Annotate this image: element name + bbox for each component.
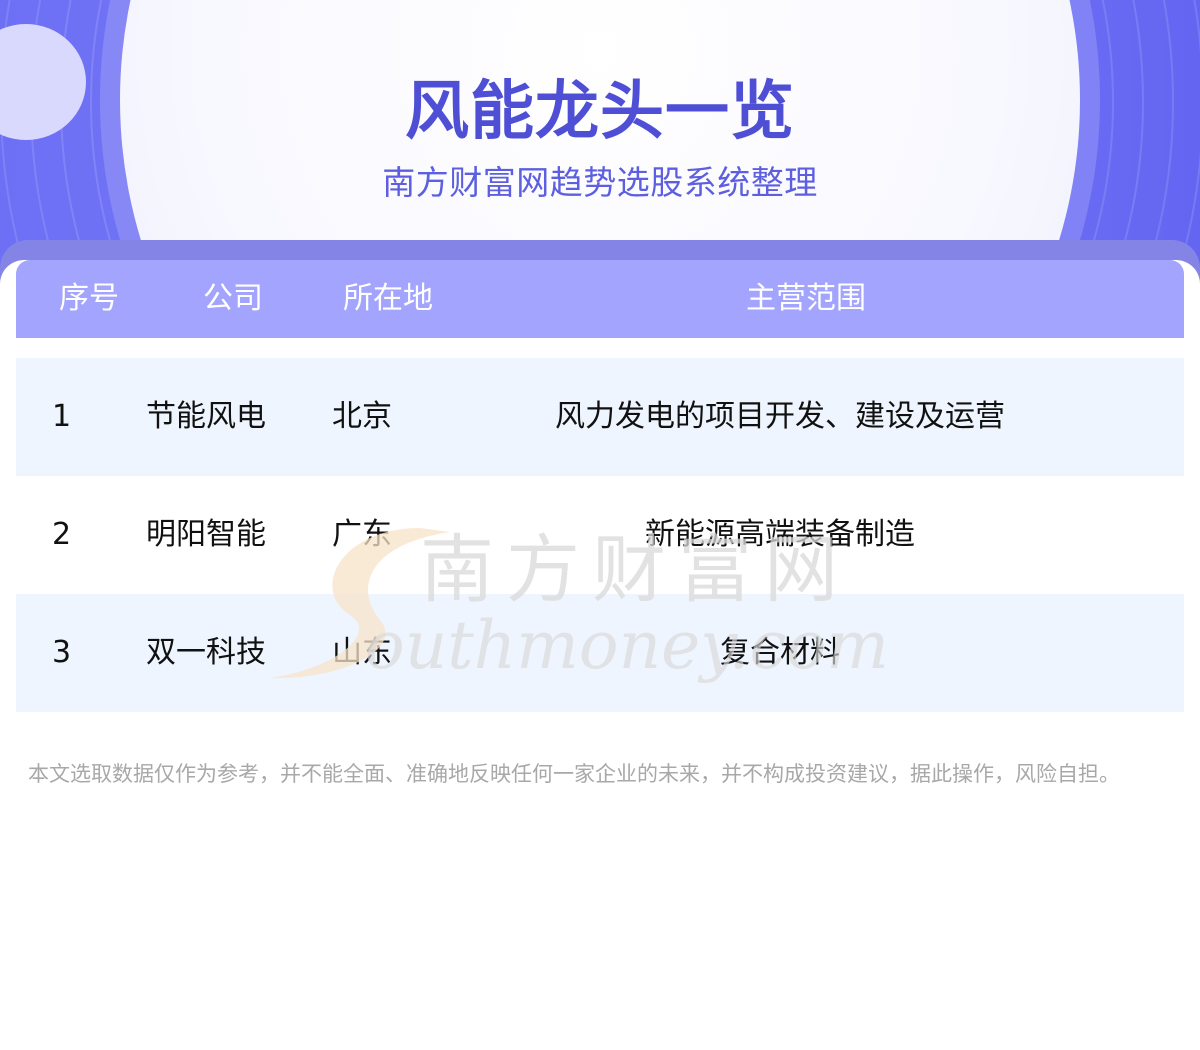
column-header-company: 公司 [203, 281, 263, 316]
cell-company: 明阳智能 [146, 517, 266, 552]
table-row: 2 明阳智能 广东 新能源高端装备制造 [16, 476, 1184, 594]
cell-location: 北京 [332, 399, 392, 434]
cell-business: 风力发电的项目开发、建设及运营 [555, 399, 1005, 434]
column-header-location: 所在地 [343, 281, 433, 316]
cell-index: 1 [52, 399, 72, 434]
cell-company: 节能风电 [146, 399, 266, 434]
disclaimer-text: 本文选取数据仅作为参考，并不能全面、准确地反映任何一家企业的未来，并不构成投资建… [28, 762, 1120, 786]
column-header-business: 主营范围 [746, 281, 866, 316]
table-header: 序号 公司 所在地 主营范围 [16, 260, 1184, 338]
page-title: 风能龙头一览 [405, 75, 795, 149]
cell-business: 复合材料 [720, 635, 840, 670]
cell-company: 双一科技 [146, 635, 266, 670]
cell-location: 山东 [332, 635, 392, 670]
cell-business: 新能源高端装备制造 [645, 517, 915, 552]
page-subtitle: 南方财富网趋势选股系统整理 [382, 163, 818, 202]
table-row: 1 节能风电 北京 风力发电的项目开发、建设及运营 [16, 358, 1184, 476]
cell-location: 广东 [332, 517, 392, 552]
cell-index: 2 [52, 517, 72, 552]
table-row: 3 双一科技 山东 复合材料 [16, 594, 1184, 712]
cell-index: 3 [52, 635, 72, 670]
column-header-index: 序号 [59, 281, 119, 316]
